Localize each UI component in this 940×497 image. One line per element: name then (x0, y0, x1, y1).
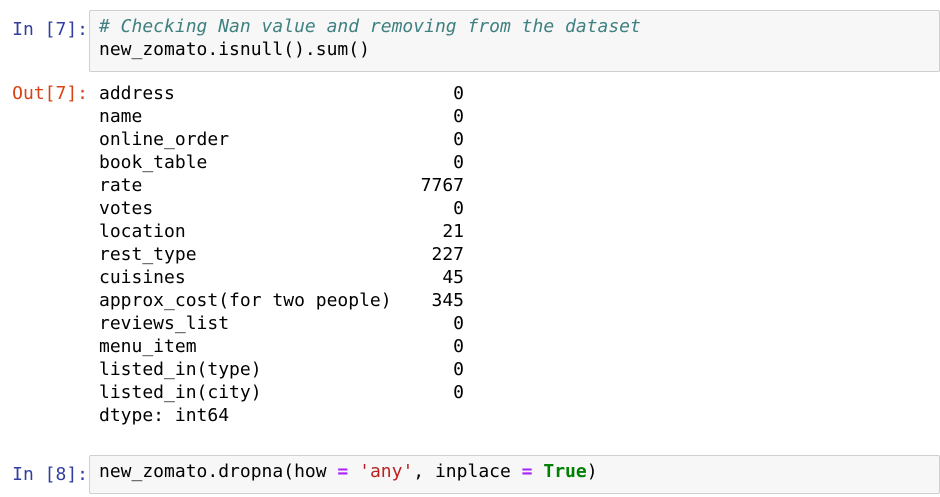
null-count: 0 (453, 359, 464, 380)
dtype-text: dtype: int64 (99, 405, 230, 426)
output-row: rest_type 227 (99, 243, 464, 266)
null-count: 227 (431, 244, 464, 265)
output-row: name 0 (99, 105, 464, 128)
cell-8-in-prompt: In [8]: (12, 464, 88, 485)
output-row: location 21 (99, 220, 464, 243)
column-name: approx_cost(for two people) (99, 290, 392, 311)
column-name: rate (99, 175, 143, 196)
column-name: online_order (99, 129, 230, 150)
output-row: menu_item 0 (99, 335, 464, 358)
null-count: 7767 (420, 175, 464, 196)
column-name: address (99, 83, 175, 104)
cell-7-output: address 0 name 0 online_order 0 book_table 0… (99, 82, 464, 427)
column-name: reviews_list (99, 313, 230, 334)
null-count: 345 (431, 290, 464, 311)
cell-7-in-prompt: In [7]: (12, 19, 88, 40)
dtype-line: dtype: int64 (99, 404, 464, 427)
operator: = (521, 461, 533, 482)
column-name: book_table (99, 152, 208, 173)
code-text: , inplace (413, 461, 522, 482)
output-row: book_table 0 (99, 151, 464, 174)
null-count: 0 (453, 152, 464, 173)
keyword: True (543, 461, 587, 482)
null-count: 0 (453, 83, 464, 104)
null-count: 0 (453, 336, 464, 357)
cell-7-out-prompt: Out[7]: (12, 83, 88, 104)
output-row: reviews_list 0 (99, 312, 464, 335)
output-row: listed_in(type) 0 (99, 358, 464, 381)
cell-8-input[interactable]: new_zomato.dropna(how = 'any', inplace =… (89, 455, 940, 494)
null-count: 0 (453, 382, 464, 403)
code-comment: # Checking Nan value and removing from t… (99, 16, 641, 37)
code-text: new_zomato.dropna(how (99, 461, 338, 482)
null-count: 0 (453, 198, 464, 219)
column-name: listed_in(type) (99, 359, 262, 380)
column-name: name (99, 106, 143, 127)
column-name: cuisines (99, 267, 186, 288)
code-line: new_zomato.isnull().sum() (99, 39, 370, 60)
null-count: 21 (442, 221, 464, 242)
null-count: 0 (453, 129, 464, 150)
operator: = (337, 461, 349, 482)
output-row: listed_in(city) 0 (99, 381, 464, 404)
column-name: votes (99, 198, 154, 219)
output-row: rate 7767 (99, 174, 464, 197)
output-row: address 0 (99, 82, 464, 105)
output-row: cuisines 45 (99, 266, 464, 289)
column-name: listed_in(city) (99, 382, 262, 403)
output-row: votes 0 (99, 197, 464, 220)
cell-7-input[interactable]: # Checking Nan value and removing from t… (89, 10, 940, 72)
string-literal: 'any' (359, 461, 414, 482)
code-line: new_zomato.dropna(how = 'any', inplace =… (99, 460, 930, 483)
column-name: rest_type (99, 244, 197, 265)
output-row: online_order 0 (99, 128, 464, 151)
column-name: location (99, 221, 186, 242)
null-count: 0 (453, 106, 464, 127)
output-row: approx_cost(for two people) 345 (99, 289, 464, 312)
column-name: menu_item (99, 336, 197, 357)
null-count: 45 (442, 267, 464, 288)
null-count: 0 (453, 313, 464, 334)
code-text: ) (586, 461, 598, 482)
